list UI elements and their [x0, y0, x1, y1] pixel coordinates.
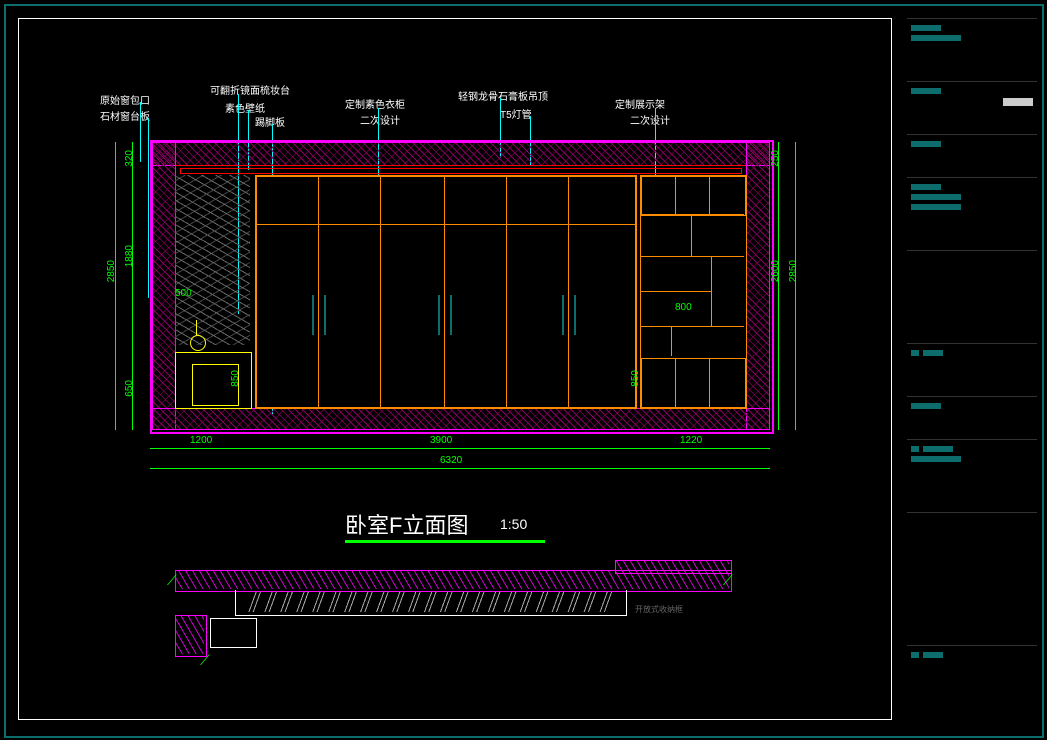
ceiling-hatch: [152, 142, 770, 166]
dim-800: 800: [675, 302, 692, 313]
dim-3900: 3900: [430, 435, 452, 446]
elevation-view: [150, 140, 770, 450]
plan-note: 开放式收纳框: [635, 604, 683, 615]
dim-line: [115, 142, 116, 430]
label-wardrobe: 定制素色衣柜: [345, 96, 405, 111]
wall-hatch-left: [152, 142, 176, 430]
label-t5: T5灯管: [500, 106, 532, 121]
ceiling-line: [175, 165, 745, 166]
cove: [180, 168, 742, 174]
dim-line: [150, 448, 770, 449]
title-underline: [345, 540, 545, 543]
dim-1880: 1880: [124, 245, 135, 267]
label-baseboard: 踢脚板: [255, 114, 285, 129]
label-design2: 二次设计: [630, 112, 670, 127]
dim-2850: 2850: [106, 260, 117, 282]
dim-500: 500: [175, 288, 192, 299]
dim-2850r: 2850: [788, 260, 799, 282]
dim-850a: 850: [230, 370, 241, 387]
leader: [148, 118, 149, 298]
break-symbol: ⟋: [167, 572, 177, 589]
wall-hatch-right: [746, 142, 770, 430]
dim-250: 250: [770, 150, 781, 167]
plan-section: 开放式收纳框 ⟋ ⟋ ⟋: [175, 560, 735, 640]
label-window-frame: 原始窗包口: [100, 92, 150, 107]
label-mirror-desk: 可翻折镜面梳妆台: [210, 82, 290, 97]
dim-650: 650: [124, 380, 135, 397]
wardrobe: [255, 175, 637, 409]
dim-1220: 1220: [680, 435, 702, 446]
dim-1200: 1200: [190, 435, 212, 446]
label-wallpaper: 素色壁纸: [225, 100, 265, 115]
label-display: 定制展示架: [615, 96, 665, 111]
label-sill: 石材窗台板: [100, 108, 150, 123]
label-ceiling: 轻钢龙骨石膏板吊顶: [458, 88, 548, 103]
dim-line: [778, 142, 779, 430]
display-shelf: [640, 175, 747, 409]
dim-850b: 850: [630, 370, 641, 387]
lamp-stem: [196, 320, 197, 335]
plan-box: [210, 618, 257, 648]
dim-320: 320: [124, 150, 135, 167]
drawing-area[interactable]: 原始窗包口 石材窗台板 可翻折镜面梳妆台 素色壁纸 踢脚板 定制素色衣柜 二次设…: [60, 50, 850, 690]
leader: [140, 102, 141, 162]
cad-workspace: 原始窗包口 石材窗台板 可翻折镜面梳妆台 素色壁纸 踢脚板 定制素色衣柜 二次设…: [0, 0, 1047, 740]
dim-line: [795, 142, 796, 430]
label-design1: 二次设计: [360, 112, 400, 127]
drawing-scale: 1:50: [500, 516, 527, 532]
drawing-title: 卧室F立面图: [345, 508, 468, 540]
floor-hatch: [152, 408, 770, 430]
dim-6320: 6320: [440, 455, 462, 466]
break-symbol: ⟋: [723, 572, 733, 589]
window-area: [175, 175, 250, 345]
dim-2600: 2600: [770, 260, 781, 282]
title-block: [907, 18, 1037, 718]
break-symbol: ⟋: [200, 652, 210, 669]
lamp-icon: [190, 335, 206, 351]
dim-line: [150, 468, 770, 469]
